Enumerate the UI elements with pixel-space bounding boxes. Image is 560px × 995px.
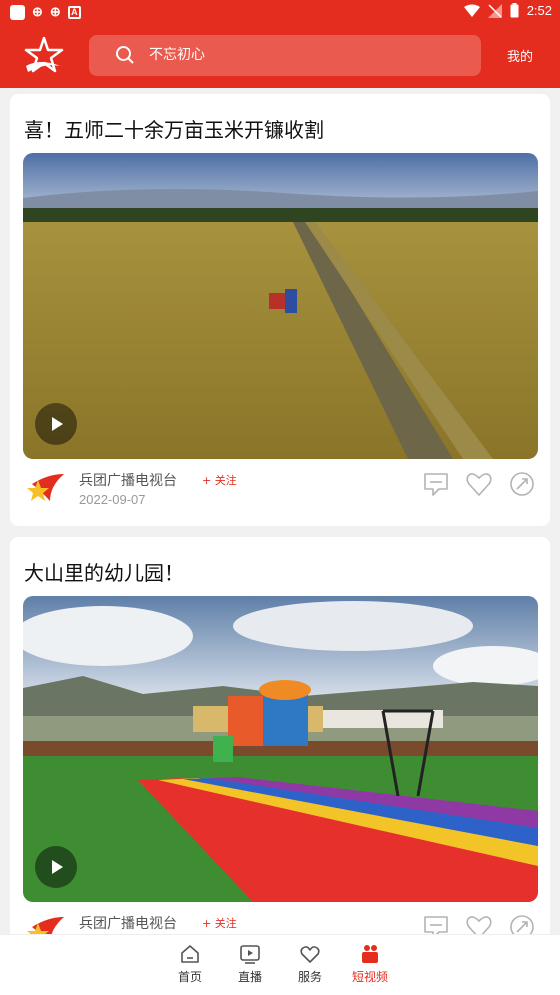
tab-live[interactable]: 直播	[220, 943, 280, 985]
tab-live-label: 直播	[237, 970, 262, 984]
app-header: 不忘初心 我的	[0, 24, 560, 88]
tab-service[interactable]: 服务	[280, 943, 340, 985]
play-icon[interactable]	[35, 846, 77, 888]
notification-icon	[10, 4, 25, 20]
follow-button[interactable]: + 关注	[202, 472, 237, 488]
app-logo[interactable]	[22, 36, 64, 76]
play-icon[interactable]	[35, 403, 77, 445]
bottom-navigation: 首页 直播 服务 短视频	[0, 934, 560, 995]
short-video-icon	[362, 945, 378, 963]
live-icon	[240, 945, 260, 964]
a-notification-icon: A	[67, 5, 81, 19]
source-name[interactable]: 兵团广播电视台	[79, 913, 177, 933]
like-icon[interactable]	[465, 470, 493, 498]
source-name[interactable]: 兵团广播电视台	[79, 470, 177, 490]
battery-icon	[510, 3, 519, 18]
status-bar: ⊕ ⊕ A 2:52	[0, 0, 560, 24]
status-time: 2:52	[526, 3, 552, 18]
comment-icon[interactable]	[422, 470, 450, 498]
mine-link[interactable]: 我的	[507, 46, 533, 65]
kindergarten-image	[23, 596, 538, 902]
wifi-icon	[463, 4, 480, 17]
video-title[interactable]: 大山里的幼儿园！	[24, 557, 184, 586]
video-title[interactable]: 喜！五师二十余万亩玉米开镰收割	[24, 114, 324, 143]
tab-service-label: 服务	[297, 970, 322, 984]
tab-home[interactable]: 首页	[160, 943, 220, 985]
video-meta: 兵团广播电视台 + 关注 2022-09-07	[24, 466, 536, 510]
video-thumbnail[interactable]	[23, 596, 538, 902]
search-icon	[116, 46, 134, 64]
follow-button[interactable]: + 关注	[202, 915, 237, 931]
search-bar[interactable]: 不忘初心	[89, 35, 481, 76]
publish-date: 2022-09-07	[79, 492, 146, 507]
video-card[interactable]: 喜！五师二十余万亩玉米开镰收割 兵团广播电视台 + 关注 2022-09-07	[10, 94, 550, 526]
cornfield-image	[23, 153, 538, 459]
video-card[interactable]: 大山里的幼儿园！ 兵团广播电视台 + 关注	[10, 537, 550, 957]
app-notification-icon: ⊕	[49, 4, 61, 19]
video-thumbnail[interactable]	[23, 153, 538, 459]
tab-short-video-label: 短视频	[351, 970, 388, 984]
source-avatar[interactable]	[24, 468, 66, 504]
video-actions	[422, 470, 536, 498]
app-notification-icon: ⊕	[32, 4, 43, 19]
tab-short-video[interactable]: 短视频	[340, 943, 400, 985]
share-icon[interactable]	[508, 470, 536, 498]
heart-icon	[300, 946, 320, 963]
home-icon	[181, 945, 199, 963]
search-placeholder: 不忘初心	[149, 47, 205, 63]
tab-home-label: 首页	[177, 970, 202, 984]
no-signal-icon	[487, 3, 502, 18]
